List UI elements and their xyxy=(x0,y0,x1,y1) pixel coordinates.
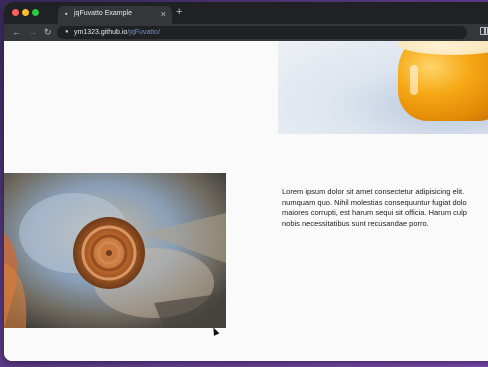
ammonite-illustration xyxy=(4,173,226,328)
address-bar[interactable]: ● ym1323.github.io/jqFuvatto/ xyxy=(57,26,467,39)
url-path: /jqFuvatto/ xyxy=(127,29,161,36)
paragraph-line: maiores corrupti, est harum sequi sit of… xyxy=(282,208,467,217)
page-viewport: Lorem ipsum dolor sit amet consectetur a… xyxy=(4,41,488,361)
paragraph-line: numquam quo. Nihil molestias consequuntu… xyxy=(282,197,467,207)
url-text: ym1323.github.io/jqFuvatto/ xyxy=(74,28,160,37)
browser-window: ▪ jqFuvatto Example × + ← → ↻ ● ym1323.g… xyxy=(4,2,488,361)
back-button[interactable]: ← xyxy=(12,26,21,38)
url-host: ym1323.github.io xyxy=(74,29,128,36)
minimize-window-button[interactable] xyxy=(22,9,29,16)
beer-glass-image xyxy=(278,41,488,134)
tab-bar: ▪ jqFuvatto Example × + xyxy=(4,2,488,24)
side-panel-icon[interactable] xyxy=(480,27,488,35)
tab-jqfuvatto-example[interactable]: ▪ jqFuvatto Example × xyxy=(58,6,172,24)
reload-button[interactable]: ↻ xyxy=(44,26,52,38)
lock-icon: ● xyxy=(65,29,69,35)
maximize-window-button[interactable] xyxy=(32,9,39,16)
ammonite-fossil-image xyxy=(4,173,226,328)
paragraph-line: Lorem ipsum dolor sit amet consectetur a… xyxy=(282,187,465,196)
new-tab-button[interactable]: + xyxy=(176,7,182,18)
lorem-paragraph: Lorem ipsum dolor sit amet consectetur a… xyxy=(282,187,488,229)
paragraph-line: nobis necessitatibus sunt recusandae por… xyxy=(282,218,429,228)
close-window-button[interactable] xyxy=(12,9,19,16)
page-icon: ▪ xyxy=(65,11,68,18)
tab-title: jqFuvatto Example xyxy=(74,10,132,17)
forward-button[interactable]: → xyxy=(28,26,37,38)
browser-toolbar: ← → ↻ ● ym1323.github.io/jqFuvatto/ xyxy=(4,24,488,41)
glass-highlight xyxy=(410,65,418,95)
tab-close-icon[interactable]: × xyxy=(161,9,166,19)
